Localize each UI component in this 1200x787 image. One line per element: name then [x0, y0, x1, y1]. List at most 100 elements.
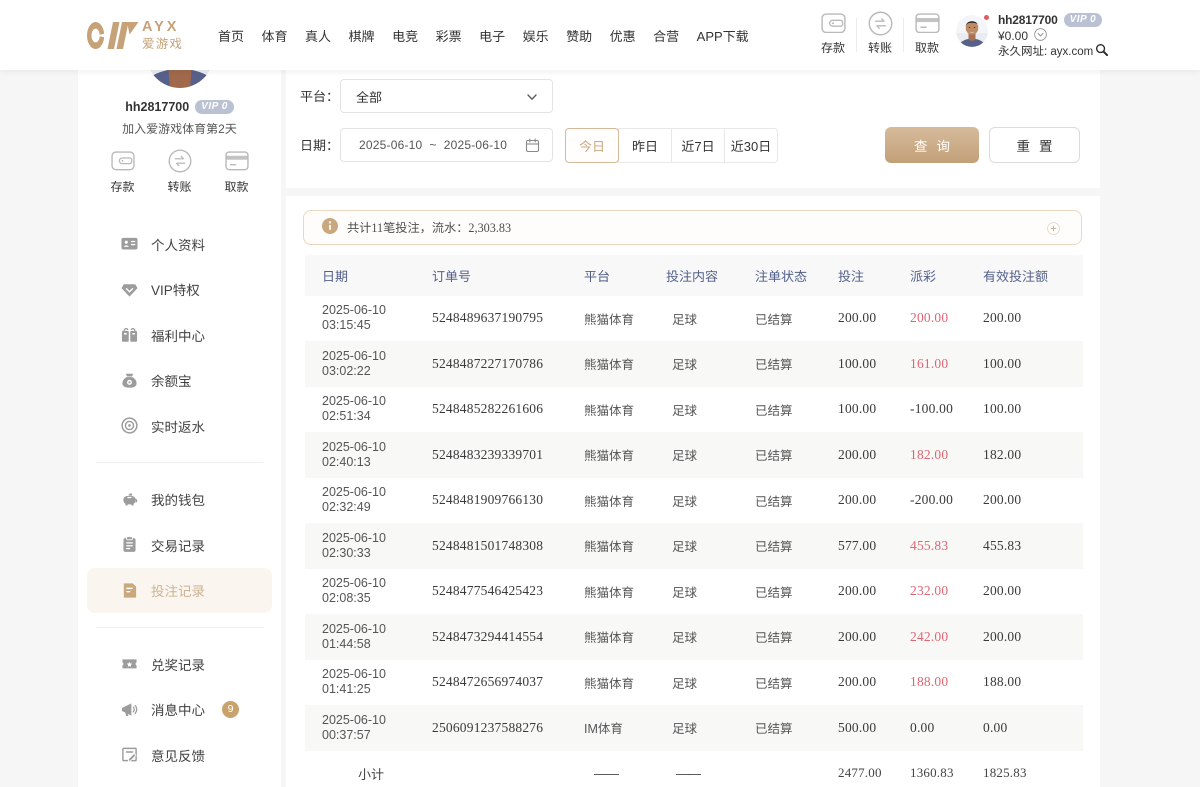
table-row-5: 2025-06-1002:32:495248481909766130熊猫体育足球…	[305, 478, 1083, 524]
date-range-input[interactable]: 2025-06-10 ~ 2025-06-10	[340, 128, 553, 162]
nav-item-12[interactable]: APP下载	[697, 26, 749, 45]
search-button[interactable]: 查询	[885, 127, 979, 163]
cell-date: 2025-06-1002:08:35	[322, 576, 386, 606]
info-icon	[322, 218, 338, 237]
nav-item-1[interactable]: 首页	[218, 26, 244, 45]
cell-status: 已结算	[755, 432, 838, 478]
nav-item-9[interactable]: 赞助	[566, 26, 592, 45]
table-panel: 共计11笔投注，流水：2,303.83 日期订单号平台投注内容注单状态投注派彩有…	[286, 196, 1101, 787]
cell-platform: 熊猫体育	[584, 341, 666, 387]
table-header-row: 日期订单号平台投注内容注单状态投注派彩有效投注额	[305, 255, 1083, 296]
sidebar-item-megaphone[interactable]: 消息中心9	[87, 687, 272, 733]
wallet-icon	[111, 149, 135, 173]
cell-content: 足球	[666, 614, 755, 660]
expand-plus-icon[interactable]	[1047, 222, 1060, 235]
clipboard-icon	[121, 536, 138, 553]
notification-dot	[983, 14, 990, 21]
sidebar-wallet-bankcard[interactable]: 取款	[208, 149, 265, 195]
cell-payout: 200.00	[910, 296, 983, 342]
sidebar-item-ticket[interactable]: 兑奖记录	[87, 641, 272, 687]
cell-bet: 200.00	[838, 478, 910, 524]
sidebar-item-gift[interactable]: 福利中心	[87, 312, 272, 358]
user-avatar[interactable]	[956, 15, 988, 47]
cell-order: 5248487227170786	[432, 341, 584, 387]
sidebar-vip-badge: VIP 0	[195, 100, 234, 114]
sidebar-wallet-wallet[interactable]: 存款	[94, 149, 151, 195]
cell-valid: 200.00	[983, 614, 1083, 660]
sidebar-item-clipboard[interactable]: 交易记录	[87, 522, 272, 568]
cell-date: 2025-06-1001:44:58	[322, 622, 386, 652]
sidebar-username: hh2817700	[125, 100, 189, 114]
sidebar-item-feedback[interactable]: 意见反馈	[87, 732, 272, 778]
nav-item-7[interactable]: 电子	[479, 26, 505, 45]
range-button-3[interactable]: 近7日	[671, 128, 725, 163]
sidebar-item-moneybag[interactable]: 余额宝	[87, 358, 272, 404]
nav-item-4[interactable]: 棋牌	[349, 26, 375, 45]
header-quick-bankcard[interactable]: 取款	[904, 14, 950, 56]
brand-logo[interactable]: AYX 爱游戏	[87, 21, 183, 50]
balance-expand-icon[interactable]	[1034, 28, 1047, 45]
calendar-icon	[525, 138, 540, 153]
sidebar-item-piggy[interactable]: 我的钱包	[87, 477, 272, 523]
cell-payout: 161.00	[910, 341, 983, 387]
cell-valid: 100.00	[983, 387, 1083, 433]
cell-payout: 242.00	[910, 614, 983, 660]
cell-content: 足球	[666, 569, 755, 615]
nav-item-3[interactable]: 真人	[305, 26, 331, 45]
reset-button[interactable]: 重置	[989, 127, 1080, 163]
sidebar-item-betlog[interactable]: 投注记录	[87, 568, 272, 614]
nav-item-5[interactable]: 电竞	[392, 26, 418, 45]
sidebar-wallet-transfer[interactable]: 转账	[151, 149, 208, 195]
transfer-icon	[868, 11, 893, 35]
transfer-icon	[168, 149, 192, 173]
cell-order: 5248473294414554	[432, 614, 584, 660]
cell-order: 5248481501748308	[432, 523, 584, 569]
cell-platform: 熊猫体育	[584, 432, 666, 478]
range-button-4[interactable]: 近30日	[724, 128, 778, 163]
cell-payout: 455.83	[910, 523, 983, 569]
cell-content: 足球	[666, 432, 755, 478]
table-body: 2025-06-1003:15:455248489637190795熊猫体育足球…	[305, 296, 1083, 787]
magnifier-icon[interactable]	[1095, 43, 1108, 61]
cell-content: 足球	[666, 523, 755, 569]
nav-item-8[interactable]: 娱乐	[523, 26, 549, 45]
rebate-icon	[121, 417, 138, 434]
cell-status: 已结算	[755, 478, 838, 524]
header-quick-wallet[interactable]: 存款	[810, 14, 856, 56]
table-row-3: 2025-06-1002:51:345248485282261606熊猫体育足球…	[305, 387, 1083, 433]
cell-valid: 182.00	[983, 432, 1083, 478]
subtotal-valid: 1825.83	[983, 751, 1083, 787]
header-username[interactable]: hh2817700	[998, 12, 1058, 28]
header-user-area: hh2817700 VIP 0 ¥0.00 永久网址: ayx.com	[956, 0, 1108, 70]
nav-item-10[interactable]: 优惠	[610, 26, 636, 45]
cell-status: 已结算	[755, 705, 838, 751]
subtotal-platform: ——	[584, 751, 666, 787]
sidebar-item-idcard[interactable]: 个人资料	[87, 221, 272, 267]
table-row-2: 2025-06-1003:02:225248487227170786熊猫体育足球…	[305, 341, 1083, 387]
header-quick-actions: 存款 转账 取款	[810, 0, 950, 70]
cell-order: 5248472656974037	[432, 660, 584, 706]
cell-status: 已结算	[755, 387, 838, 433]
sidebar-item-vip-gem[interactable]: VIP特权	[87, 267, 272, 313]
nav-item-2[interactable]: 体育	[262, 26, 288, 45]
header-quick-transfer[interactable]: 转账	[857, 14, 903, 56]
cell-date: 2025-06-1003:15:45	[322, 303, 386, 333]
cell-status: 已结算	[755, 523, 838, 569]
cell-valid: 200.00	[983, 296, 1083, 342]
cell-date: 2025-06-1002:32:49	[322, 485, 386, 515]
table-row-8: 2025-06-1001:44:585248473294414554熊猫体育足球…	[305, 614, 1083, 660]
table-row-4: 2025-06-1002:40:135248483239339701熊猫体育足球…	[305, 432, 1083, 478]
platform-select[interactable]: 全部	[340, 79, 553, 113]
nav-item-11[interactable]: 合营	[653, 26, 679, 45]
vip-badge: VIP 0	[1064, 13, 1103, 27]
nav-item-6[interactable]: 彩票	[436, 26, 462, 45]
cell-content: 足球	[666, 705, 755, 751]
sidebar-item-rebate[interactable]: 实时返水	[87, 403, 272, 449]
vip-gem-icon	[121, 281, 138, 298]
top-header: AYX 爱游戏 首页体育真人棋牌电竞彩票电子娱乐赞助优惠合营 APP下载 存款 转…	[0, 0, 1200, 70]
range-button-1[interactable]: 今日	[565, 128, 619, 163]
cell-status: 已结算	[755, 569, 838, 615]
betlog-icon	[121, 582, 138, 599]
cell-date: 2025-06-1003:02:22	[322, 349, 386, 379]
range-button-2[interactable]: 昨日	[618, 128, 672, 163]
